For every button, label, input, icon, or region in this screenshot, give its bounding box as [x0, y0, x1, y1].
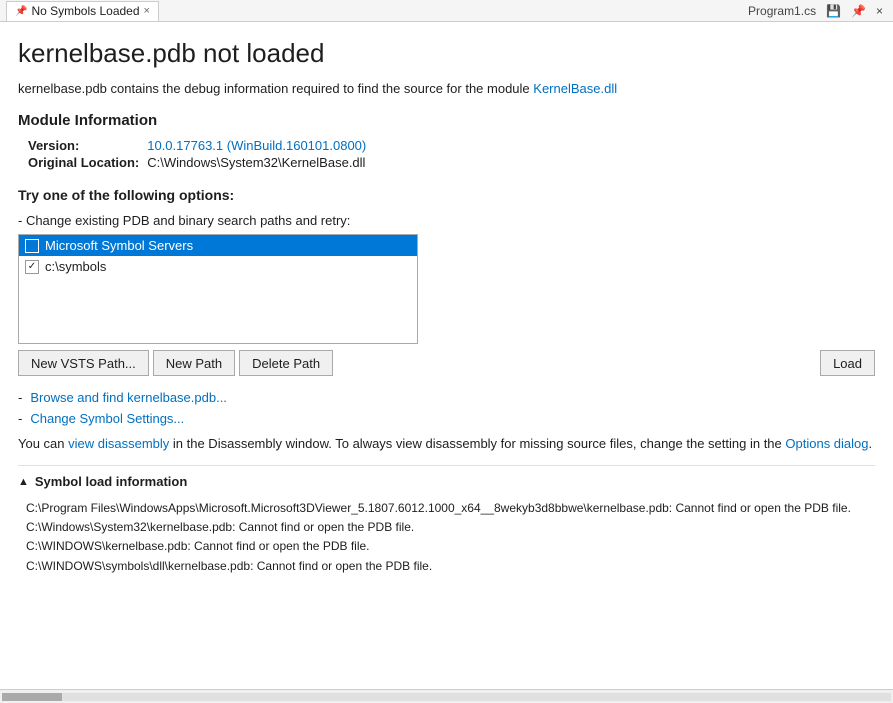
buttons-row: New VSTS Path... New Path Delete Path Lo…: [18, 350, 875, 376]
change-paths-label: - Change existing PDB and binary search …: [18, 213, 875, 228]
version-value: 10.0.17763.1 (WinBuild.160101.0800): [147, 137, 374, 154]
tab-bar: 📌 No Symbols Loaded ×: [6, 1, 159, 21]
title-bar-filename: Program1.cs: [744, 4, 820, 18]
options-dialog-link[interactable]: Options dialog: [785, 436, 868, 451]
info-text: You can view disassembly in the Disassem…: [18, 436, 875, 451]
tab-close-icon[interactable]: ×: [144, 5, 150, 17]
info-prefix: You can: [18, 436, 68, 451]
new-vsts-path-button[interactable]: New VSTS Path...: [18, 350, 149, 376]
symbol-log: C:\Program Files\WindowsApps\Microsoft.M…: [18, 495, 875, 580]
title-bar: 📌 No Symbols Loaded × Program1.cs 💾 📌 ×: [0, 0, 893, 22]
module-info-section: Module Information Version: 10.0.17763.1…: [18, 112, 875, 171]
tab-pin-icon[interactable]: 📌: [15, 6, 27, 17]
module-info-table: Version: 10.0.17763.1 (WinBuild.160101.0…: [28, 137, 374, 171]
main-content: kernelbase.pdb not loaded kernelbase.pdb…: [0, 22, 893, 689]
description-prefix: kernelbase.pdb contains the debug inform…: [18, 81, 533, 96]
save-icon[interactable]: 💾: [822, 4, 845, 18]
info-suffix: .: [869, 436, 873, 451]
change-paths-section: - Change existing PDB and binary search …: [18, 213, 875, 376]
delete-path-button[interactable]: Delete Path: [239, 350, 333, 376]
change-symbol-settings-link[interactable]: Change Symbol Settings...: [30, 411, 184, 426]
log-line-3: C:\WINDOWS\symbols\dll\kernelbase.pdb: C…: [26, 557, 867, 576]
title-bar-right: Program1.cs 💾 📌 ×: [744, 4, 887, 18]
pin-icon[interactable]: 📌: [847, 4, 870, 18]
item-checkbox-0[interactable]: [25, 239, 39, 253]
change-symbol-link-line: - Change Symbol Settings...: [18, 411, 875, 426]
item-label-1: c:\symbols: [45, 259, 106, 274]
collapse-arrow-icon: ▲: [18, 476, 29, 488]
module-info-title: Module Information: [18, 112, 875, 129]
location-label: Original Location:: [28, 154, 147, 171]
tab-label: No Symbols Loaded: [31, 4, 139, 18]
description-highlight: KernelBase.dll: [533, 81, 617, 96]
view-disassembly-link[interactable]: view disassembly: [68, 436, 169, 451]
version-row: Version: 10.0.17763.1 (WinBuild.160101.0…: [28, 137, 374, 154]
page-title: kernelbase.pdb not loaded: [18, 38, 875, 69]
description: kernelbase.pdb contains the debug inform…: [18, 81, 875, 96]
symbol-load-header[interactable]: ▲ Symbol load information: [18, 474, 875, 489]
options-section: Try one of the following options: - Chan…: [18, 187, 875, 426]
log-line-2: C:\WINDOWS\kernelbase.pdb: Cannot find o…: [26, 537, 867, 556]
browse-link-line: - Browse and find kernelbase.pdb...: [18, 390, 875, 405]
load-button[interactable]: Load: [820, 350, 875, 376]
list-item[interactable]: c:\symbols: [19, 256, 417, 277]
symbol-load-title: Symbol load information: [35, 474, 187, 489]
list-item[interactable]: Microsoft Symbol Servers: [19, 235, 417, 256]
location-row: Original Location: C:\Windows\System32\K…: [28, 154, 374, 171]
item-checkbox-1[interactable]: [25, 260, 39, 274]
log-line-0: C:\Program Files\WindowsApps\Microsoft.M…: [26, 499, 867, 518]
symbol-load-section: ▲ Symbol load information C:\Program Fil…: [18, 465, 875, 580]
info-middle: in the Disassembly window. To always vie…: [169, 436, 785, 451]
item-label-0: Microsoft Symbol Servers: [45, 238, 193, 253]
log-line-1: C:\Windows\System32\kernelbase.pdb: Cann…: [26, 518, 867, 537]
new-path-button[interactable]: New Path: [153, 350, 235, 376]
options-title: Try one of the following options:: [18, 187, 875, 203]
scrollbar-track[interactable]: [2, 693, 891, 701]
location-value: C:\Windows\System32\KernelBase.dll: [147, 154, 374, 171]
paths-listbox[interactable]: Microsoft Symbol Servers c:\symbols: [18, 234, 418, 344]
no-symbols-tab[interactable]: 📌 No Symbols Loaded ×: [6, 1, 159, 21]
browse-link[interactable]: Browse and find kernelbase.pdb...: [30, 390, 227, 405]
bottom-scrollbar[interactable]: [0, 689, 893, 703]
scrollbar-thumb[interactable]: [2, 693, 62, 701]
version-label: Version:: [28, 137, 147, 154]
close-btn[interactable]: ×: [872, 4, 887, 18]
